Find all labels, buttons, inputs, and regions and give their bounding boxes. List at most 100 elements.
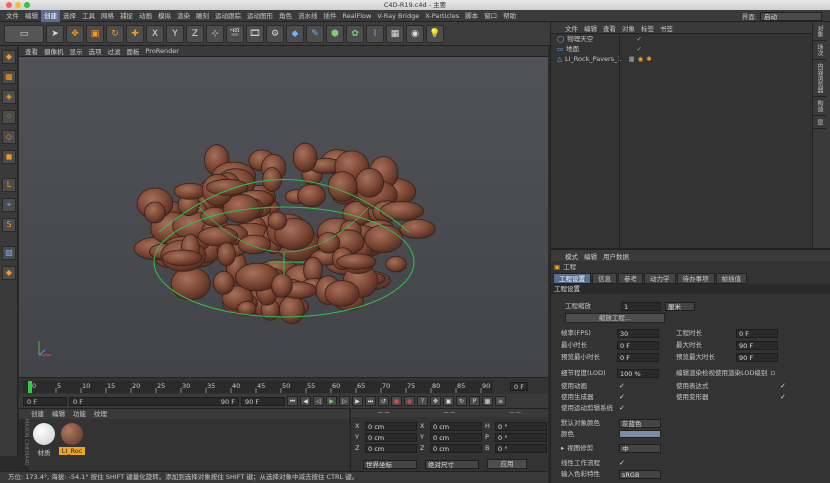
current-frame-field[interactable]: 0 F bbox=[510, 382, 528, 391]
side-tab[interactable]: 构造 bbox=[813, 97, 826, 116]
next-key-icon[interactable]: ▶ bbox=[352, 396, 363, 406]
coord-scale-dropdown[interactable]: 绝对尺寸 bbox=[425, 459, 479, 469]
go-start-icon[interactable]: ⏮ bbox=[287, 396, 298, 406]
array-icon[interactable]: ✿ bbox=[346, 24, 364, 43]
visibility-check-icon[interactable]: ✓ bbox=[637, 44, 642, 54]
side-tab[interactable]: 对象 bbox=[813, 22, 826, 41]
keyframe-icon[interactable]: ? bbox=[417, 396, 428, 406]
object-row[interactable]: △ LI_Rock_Pavers_1 ▦ ◉ ✱ bbox=[551, 54, 812, 64]
material-swatch-1[interactable] bbox=[61, 423, 83, 445]
material-tag-icon[interactable]: ◉ bbox=[638, 54, 644, 64]
coord-field[interactable]: 0 ° bbox=[495, 432, 547, 442]
fps-input[interactable]: 30 bbox=[617, 328, 659, 338]
timeline-menu-icon[interactable]: ≡ bbox=[495, 396, 506, 406]
view-clip-dropdown[interactable]: 中 bbox=[619, 443, 662, 453]
coord-field[interactable]: 0 cm bbox=[365, 443, 417, 453]
use-deformers-checkbox[interactable]: ✓ bbox=[780, 392, 786, 402]
use-animation-checkbox[interactable]: ✓ bbox=[619, 381, 625, 391]
linear-workflow-checkbox[interactable]: ✓ bbox=[619, 458, 625, 468]
move-key-icon[interactable]: ✥ bbox=[430, 396, 441, 406]
menu-item-12[interactable]: 运动图形 bbox=[244, 10, 276, 22]
scale-project-button[interactable]: 缩放工程... bbox=[565, 313, 665, 323]
preview-min-input[interactable]: 0 F bbox=[617, 352, 659, 362]
menu-item-6[interactable]: 捕捉 bbox=[117, 10, 136, 22]
end-frame-field[interactable]: 90 F bbox=[241, 396, 285, 406]
render-view-icon[interactable]: 🎬 bbox=[226, 24, 244, 43]
menu-item-17[interactable]: V-Ray Bridge bbox=[374, 10, 422, 22]
attribute-tab[interactable]: 待办事项 bbox=[676, 273, 715, 284]
camera-icon[interactable]: ◉ bbox=[406, 24, 424, 43]
max-length-input[interactable]: 90 F bbox=[736, 340, 778, 350]
side-tab[interactable]: 层 bbox=[813, 116, 826, 129]
render-picture-icon[interactable]: 🎞 bbox=[246, 24, 264, 43]
sculpt-icon[interactable]: ▧ bbox=[2, 246, 16, 260]
preview-range-field[interactable]: 0 F 90 F bbox=[69, 396, 239, 406]
menu-item-13[interactable]: 角色 bbox=[276, 10, 295, 22]
zoom-window-button[interactable] bbox=[24, 2, 30, 8]
layer-icon[interactable]: ▦ bbox=[628, 54, 634, 64]
snap-icon[interactable]: S bbox=[2, 218, 16, 232]
use-expressions-checkbox[interactable]: ✓ bbox=[780, 381, 786, 391]
coord-field[interactable]: 0 cm bbox=[365, 421, 417, 431]
pla-key-icon[interactable]: ▦ bbox=[482, 396, 493, 406]
workplane-icon[interactable]: ◈ bbox=[2, 90, 16, 104]
viewport-menu-item[interactable]: 显示 bbox=[70, 46, 83, 56]
autokey-icon[interactable]: ◉ bbox=[404, 396, 415, 406]
material-swatch-0[interactable] bbox=[33, 423, 55, 445]
timeline[interactable]: 0 5 10 15 20 25 30 35 40 45 50 55 60 65 70 75 80 85 90 0 F bbox=[19, 377, 548, 394]
preview-max-input[interactable]: 90 F bbox=[736, 352, 778, 362]
record-icon[interactable]: ● bbox=[391, 396, 402, 406]
attribute-menu-item[interactable]: 编辑 bbox=[584, 251, 597, 261]
menu-item-10[interactable]: 雕刻 bbox=[193, 10, 212, 22]
menu-item-16[interactable]: RealFlow bbox=[340, 10, 375, 22]
coord-field[interactable]: 0 ° bbox=[495, 421, 547, 431]
lod-input[interactable]: 100 % bbox=[617, 368, 659, 378]
material-menu-item[interactable]: 纹理 bbox=[94, 409, 107, 419]
minimize-window-button[interactable] bbox=[15, 2, 21, 8]
color-swatch[interactable] bbox=[619, 430, 661, 438]
menu-item-11[interactable]: 运动跟踪 bbox=[212, 10, 244, 22]
coord-field[interactable]: 0 cm bbox=[430, 421, 482, 431]
close-window-button[interactable] bbox=[6, 2, 12, 8]
loop-icon[interactable]: ↺ bbox=[378, 396, 389, 406]
menu-item-5[interactable]: 网格 bbox=[98, 10, 117, 22]
viewport-menu-item[interactable]: 摄像机 bbox=[44, 46, 64, 56]
coord-field[interactable]: 0 cm bbox=[430, 443, 482, 453]
axis-mode-icon[interactable]: L bbox=[2, 178, 16, 192]
y-axis-icon[interactable]: Y bbox=[166, 24, 184, 43]
edges-mode-icon[interactable]: ◇ bbox=[2, 130, 16, 144]
viewport-menu-item[interactable]: 过滤 bbox=[108, 46, 121, 56]
attribute-tab[interactable]: 参考 bbox=[618, 273, 643, 284]
menu-item-19[interactable]: 脚本 bbox=[462, 10, 481, 22]
attribute-tab[interactable]: 帧插值 bbox=[715, 273, 747, 284]
next-frame-icon[interactable]: ▷ bbox=[339, 396, 350, 406]
use-generators-checkbox[interactable]: ✓ bbox=[619, 392, 625, 402]
menu-item-4[interactable]: 工具 bbox=[79, 10, 98, 22]
object-menu-item[interactable]: 文件 bbox=[565, 23, 578, 33]
prev-frame-icon[interactable]: ◁ bbox=[313, 396, 324, 406]
menu-item-7[interactable]: 动画 bbox=[136, 10, 155, 22]
coord-icon[interactable]: ⊹ bbox=[206, 24, 224, 43]
menu-item-8[interactable]: 模拟 bbox=[155, 10, 174, 22]
use-motion-checkbox[interactable]: ✓ bbox=[619, 403, 625, 413]
viewport-menu-item[interactable]: ProRender bbox=[146, 47, 179, 55]
pen-icon[interactable]: ✎ bbox=[306, 24, 324, 43]
material-menu-item[interactable]: 编辑 bbox=[52, 409, 65, 419]
coord-field[interactable]: 0 cm bbox=[365, 432, 417, 442]
material-menu-item[interactable]: 创建 bbox=[31, 409, 44, 419]
param-key-icon[interactable]: P bbox=[469, 396, 480, 406]
viewport[interactable] bbox=[19, 57, 548, 377]
undo-icon[interactable]: ▭ bbox=[4, 24, 44, 43]
model-mode-icon[interactable]: ◆ bbox=[2, 50, 16, 64]
object-menu-item[interactable]: 编辑 bbox=[584, 23, 597, 33]
object-menu-item[interactable]: 书签 bbox=[660, 23, 673, 33]
light-icon[interactable]: 💡 bbox=[426, 24, 444, 43]
menu-item-3[interactable]: 选择 bbox=[60, 10, 79, 22]
scale-icon[interactable]: ▣ bbox=[86, 24, 104, 43]
viewport-menu-item[interactable]: 查看 bbox=[25, 46, 38, 56]
object-row[interactable]: ▭ 地面 ✓ bbox=[551, 44, 812, 54]
x-axis-icon[interactable]: X bbox=[146, 24, 164, 43]
scale-input[interactable]: 1 bbox=[621, 301, 661, 311]
render-lod-checkbox[interactable]: ▫ bbox=[771, 368, 776, 378]
material-menu-item[interactable]: 功能 bbox=[73, 409, 86, 419]
